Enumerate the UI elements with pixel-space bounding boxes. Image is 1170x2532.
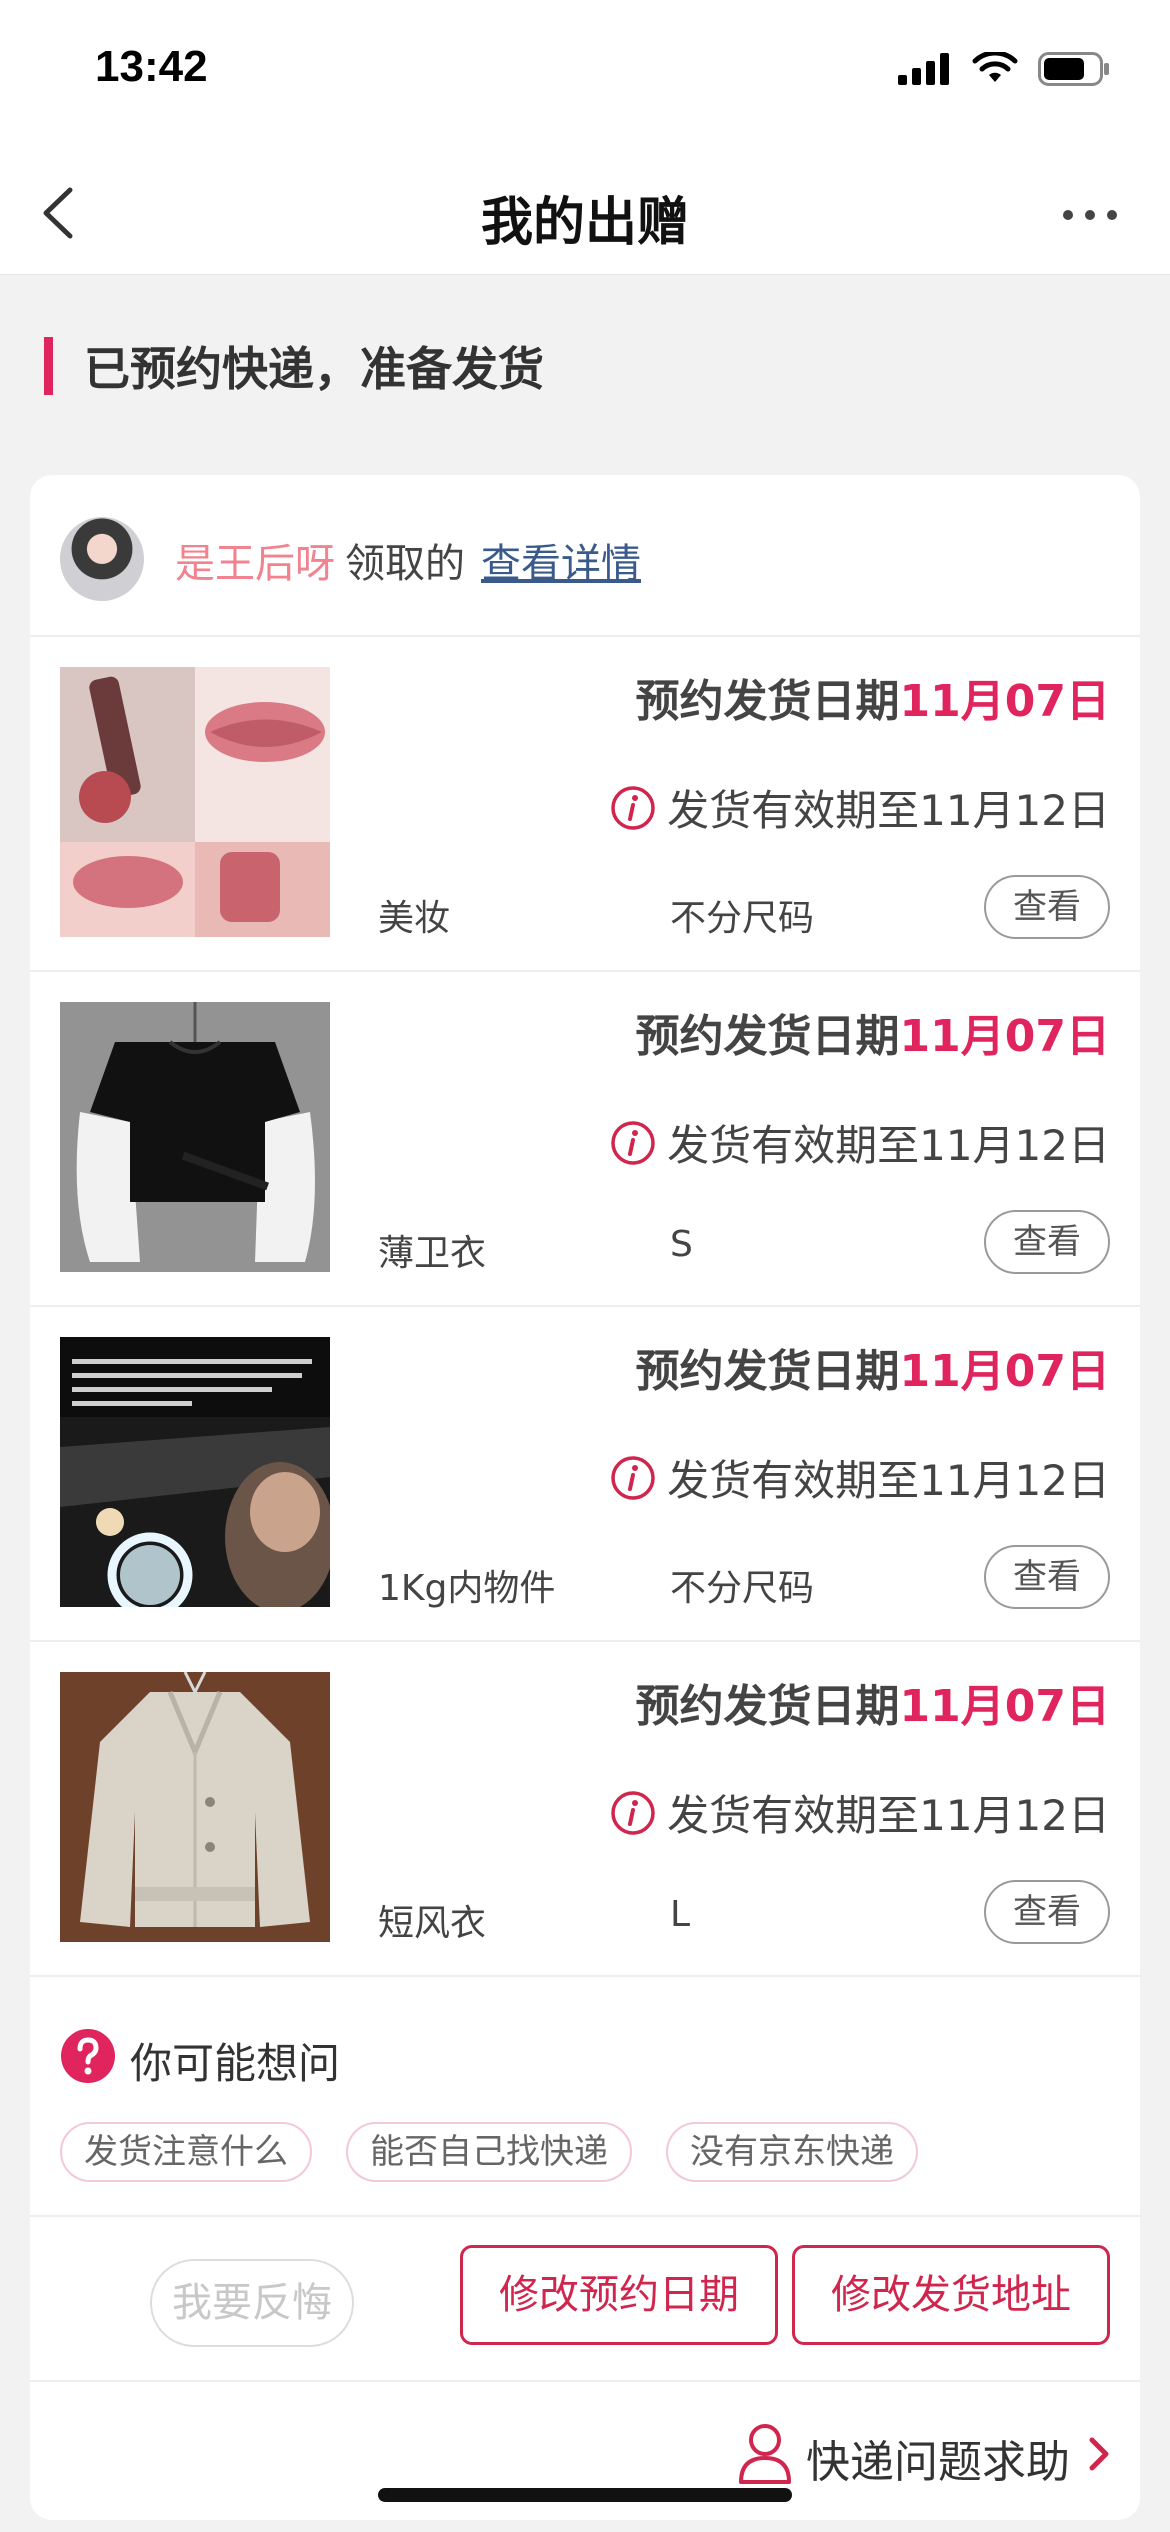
view-button[interactable]: 查看 [984,1880,1110,1944]
ship-date-label: 预约发货日期 [635,1681,900,1732]
ship-date-value: 11月07日 [899,1681,1110,1732]
faq-section: 你可能想问 发货注意什么 能否自己找快递 没有京东快递 [30,1982,1140,2217]
list-item: 预约发货日期11月07日 发货有效期至11月12日 1Kg内物件 不分尺码 查看 [30,1307,1140,1642]
wifi-icon [972,52,1018,82]
item-size: L [670,1894,691,1935]
ship-date-label: 预约发货日期 [635,1011,900,1062]
receiver-row: 是王后呀 领取的 查看详情 [30,475,1140,637]
item-thumbnail[interactable] [60,1672,330,1942]
chevron-right-icon[interactable] [1084,2432,1114,2476]
donation-card: 是王后呀 领取的 查看详情 预约发货日期11月07日 发货有效期至11月12日 美妆… [30,475,1140,2520]
ship-date: 预约发货日期11月07日 [636,1000,1110,1064]
ship-date-value: 11月07日 [899,1346,1110,1397]
valid-text: 发货有效期至11月12日 [667,1456,1110,1505]
list-item: 预约发货日期11月07日 发货有效期至11月12日 美妆 不分尺码 查看 [30,637,1140,972]
avatar[interactable] [60,517,144,601]
view-button[interactable]: 查看 [984,875,1110,939]
item-name: 1Kg内物件 [378,1568,556,1609]
valid-text: 发货有效期至11月12日 [667,786,1110,835]
item-thumbnail[interactable] [60,1002,330,1272]
regret-button[interactable]: 我要反悔 [150,2259,354,2347]
person-icon [739,2424,791,2484]
item-size: S [670,1224,693,1265]
section-title: 已预约快递，准备发货 [84,342,544,396]
info-icon [611,1790,655,1835]
item-name: 薄卫衣 [378,1233,487,1274]
ship-date: 预约发货日期11月07日 [636,665,1110,729]
valid-until: 发货有效期至11月12日 [609,777,1110,838]
valid-until: 发货有效期至11月12日 [609,1447,1110,1508]
item-size: 不分尺码 [670,1568,815,1609]
section-accent-bar [44,337,53,395]
receiver-text: 是王后呀 领取的 查看详情 [175,531,641,589]
status-icons [898,52,1110,86]
valid-text: 发货有效期至11月12日 [667,1121,1110,1170]
more-icon[interactable] [1050,180,1130,250]
ship-date-label: 预约发货日期 [635,1346,900,1397]
ship-date-value: 11月07日 [899,676,1110,727]
list-item: 预约发货日期11月07日 发货有效期至11月12日 薄卫衣 S 查看 [30,972,1140,1307]
modify-address-button[interactable]: 修改发货地址 [792,2245,1110,2345]
nav-bar: 我的出赠 [0,150,1170,275]
valid-until: 发货有效期至11月12日 [609,1782,1110,1843]
faq-tags: 发货注意什么 能否自己找快递 没有京东快递 [60,2122,918,2182]
help-label[interactable]: 快递问题求助 [806,2426,1070,2490]
status-section: 已预约快递，准备发货 [0,275,1170,475]
ship-date: 预约发货日期11月07日 [636,1335,1110,1399]
faq-tag[interactable]: 没有京东快递 [666,2122,918,2182]
page-title: 我的出赠 [480,193,689,253]
faq-title: 你可能想问 [130,2039,341,2088]
list-item: 预约发货日期11月07日 发货有效期至11月12日 短风衣 L 查看 [30,1642,1140,1977]
status-bar: 13:42 [0,0,1170,150]
info-icon [611,1120,655,1165]
faq-tag[interactable]: 发货注意什么 [60,2122,312,2182]
signal-icon [898,53,949,85]
action-bar: 我要反悔 修改预约日期 修改发货地址 [30,2217,1140,2382]
item-name: 短风衣 [378,1903,487,1944]
question-icon [61,2029,115,2083]
receiver-suffix: 领取的 [345,541,465,587]
valid-until: 发货有效期至11月12日 [609,1112,1110,1173]
ship-date: 预约发货日期11月07日 [636,1670,1110,1734]
home-indicator [378,2488,792,2502]
valid-text: 发货有效期至11月12日 [667,1791,1110,1840]
item-name: 美妆 [378,898,451,939]
modify-date-button[interactable]: 修改预约日期 [460,2245,778,2345]
ship-date-value: 11月07日 [899,1011,1110,1062]
view-detail-link[interactable]: 查看详情 [481,541,641,587]
receiver-name[interactable]: 是王后呀 [175,541,335,587]
info-icon [611,1455,655,1500]
item-thumbnail[interactable] [60,1337,330,1607]
item-size: 不分尺码 [670,898,815,939]
item-thumbnail[interactable] [60,667,330,937]
view-button[interactable]: 查看 [984,1210,1110,1274]
ship-date-label: 预约发货日期 [635,676,900,727]
status-time: 13:42 [95,42,208,91]
view-button[interactable]: 查看 [984,1545,1110,1609]
info-icon [611,785,655,830]
faq-tag[interactable]: 能否自己找快递 [346,2122,632,2182]
battery-icon [1038,52,1109,86]
